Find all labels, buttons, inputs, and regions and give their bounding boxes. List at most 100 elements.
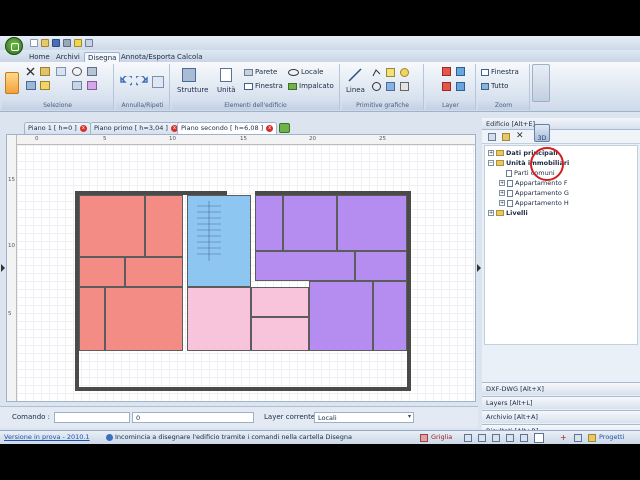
layer-blue-icon[interactable] <box>456 67 465 76</box>
open-icon[interactable] <box>41 39 49 47</box>
zoom-finestra-button[interactable]: Finestra <box>481 68 519 76</box>
polyline-icon[interactable] <box>372 68 381 77</box>
unita-button[interactable]: Unità <box>217 86 236 94</box>
circle-icon[interactable] <box>372 82 381 91</box>
room-apt-pink[interactable] <box>251 287 309 317</box>
room-apt-purple[interactable] <box>309 281 373 351</box>
layer-add-icon[interactable] <box>442 82 451 91</box>
paste-icon[interactable] <box>40 67 50 76</box>
drawing-canvas[interactable]: 0 5 10 15 20 25 15 10 5 <box>6 134 476 402</box>
properties-icon[interactable] <box>87 67 97 76</box>
expand-icon[interactable]: + <box>499 190 505 196</box>
close-icon[interactable]: x <box>79 124 87 132</box>
unita-icon[interactable] <box>220 68 232 82</box>
tree-item-appartamento-g[interactable]: + Appartamento G <box>499 189 569 197</box>
crosshair-icon[interactable]: + <box>560 433 568 442</box>
polygon-icon[interactable] <box>386 68 395 77</box>
griglia-toggle[interactable]: Griglia <box>431 431 452 444</box>
tab-piano-primo[interactable]: Piano primo [ h=3,04 ] x <box>90 122 182 134</box>
move-icon[interactable] <box>26 81 36 90</box>
expand-icon[interactable]: + <box>488 150 494 156</box>
version-link[interactable]: Versione in prova - 2010.1 <box>4 431 90 444</box>
accordion-layers[interactable]: Layers [Alt+L] <box>482 396 640 409</box>
redo-big-icon[interactable] <box>134 74 148 88</box>
polar-icon[interactable] <box>492 434 500 442</box>
expand-icon[interactable]: + <box>499 180 505 186</box>
view-3d-button[interactable]: 3D <box>534 124 550 142</box>
folder-icon[interactable] <box>502 133 510 141</box>
tab-piano-secondo[interactable]: Piano secondo [ h=6,08 ] x <box>177 122 278 134</box>
room-apt-red[interactable] <box>79 257 125 287</box>
add-icon[interactable] <box>488 133 496 141</box>
app-logo-icon[interactable] <box>5 37 23 55</box>
finestra-button[interactable]: Finestra <box>244 82 283 90</box>
copy-icon[interactable] <box>56 67 66 76</box>
room-apt-red[interactable] <box>79 195 145 257</box>
room-apt-pink[interactable] <box>187 287 251 351</box>
chevron-down-icon[interactable]: ▾ <box>408 413 411 420</box>
tree-item-livelli[interactable]: + Livelli <box>488 209 528 217</box>
room-apt-purple[interactable] <box>283 195 337 251</box>
zoom-tutto-button[interactable]: Tutto <box>481 82 508 90</box>
expand-icon[interactable]: + <box>488 210 494 216</box>
mirror-icon[interactable] <box>72 81 82 90</box>
layer-corrente-select[interactable]: Locali <box>314 412 414 423</box>
osnap-icon[interactable] <box>506 434 514 442</box>
collapse-icon[interactable]: − <box>488 160 494 166</box>
print-icon[interactable] <box>63 39 71 47</box>
tab-annota-esporta[interactable]: Annota/Esporta <box>118 52 178 62</box>
room-apt-purple[interactable] <box>373 281 407 351</box>
ortho-icon[interactable] <box>478 434 486 442</box>
progetti-button[interactable]: Progetti <box>599 431 624 444</box>
locale-button[interactable]: Locale <box>288 68 323 76</box>
parete-button[interactable]: Parete <box>244 68 277 76</box>
accordion-archivio[interactable]: Archivio [Alt+A] <box>482 410 640 423</box>
cut-icon[interactable] <box>26 67 35 76</box>
strutture-icon[interactable] <box>182 68 196 82</box>
room-apt-purple[interactable] <box>255 251 355 281</box>
measure-icon[interactable] <box>574 434 582 442</box>
snap-icon[interactable] <box>464 434 472 442</box>
tab-disegna[interactable]: Disegna <box>84 52 121 62</box>
new-icon[interactable] <box>30 39 38 47</box>
history-icon[interactable] <box>152 76 164 88</box>
layer-red-icon[interactable] <box>442 67 451 76</box>
ribbon-extra-button[interactable] <box>532 64 550 102</box>
room-apt-purple[interactable] <box>337 195 407 251</box>
undo-big-icon[interactable] <box>120 74 134 88</box>
layer-select-icon[interactable] <box>87 81 97 90</box>
select-pointer-icon[interactable] <box>5 72 19 94</box>
window-icon[interactable] <box>534 433 544 443</box>
impalcato-button[interactable]: Impalcato <box>288 82 334 90</box>
command-value-field[interactable]: 0 <box>132 412 254 423</box>
hexagon-icon[interactable] <box>386 82 395 91</box>
strutture-button[interactable]: Strutture <box>177 86 208 94</box>
room-apt-purple[interactable] <box>255 195 283 251</box>
room-apt-pink[interactable] <box>251 317 309 351</box>
linea-icon[interactable] <box>348 68 362 82</box>
undo-icon[interactable] <box>74 39 82 47</box>
save-icon[interactable] <box>52 39 60 47</box>
edificio-panel-header[interactable]: Edificio [Alt+E] <box>482 118 640 130</box>
tree-item-appartamento-h[interactable]: + Appartamento H <box>499 199 569 207</box>
room-apt-red[interactable] <box>79 287 105 351</box>
layer-settings-icon[interactable] <box>456 82 465 91</box>
room-apt-red[interactable] <box>105 287 183 351</box>
edit-icon[interactable] <box>40 81 50 90</box>
rotate-icon[interactable] <box>72 67 82 76</box>
command-input[interactable] <box>54 412 130 423</box>
linea-button[interactable]: Linea <box>346 86 365 94</box>
tree-item-appartamento-f[interactable]: + Appartamento F <box>499 179 568 187</box>
tab-archivi[interactable]: Archivi <box>53 52 83 62</box>
delete-icon[interactable]: ✕ <box>516 131 524 141</box>
room-apt-purple[interactable] <box>355 251 407 281</box>
close-icon[interactable]: x <box>266 124 274 132</box>
shape-icon[interactable] <box>400 68 409 77</box>
accordion-dxf-dwg[interactable]: DXF-DWG [Alt+X] <box>482 382 640 395</box>
tab-calcola[interactable]: Calcola <box>174 52 206 62</box>
expand-icon[interactable]: + <box>499 200 505 206</box>
add-floor-icon[interactable] <box>279 123 290 133</box>
rectangle-icon[interactable] <box>400 82 409 91</box>
room-apt-red[interactable] <box>125 257 183 287</box>
options-icon[interactable] <box>85 39 93 47</box>
